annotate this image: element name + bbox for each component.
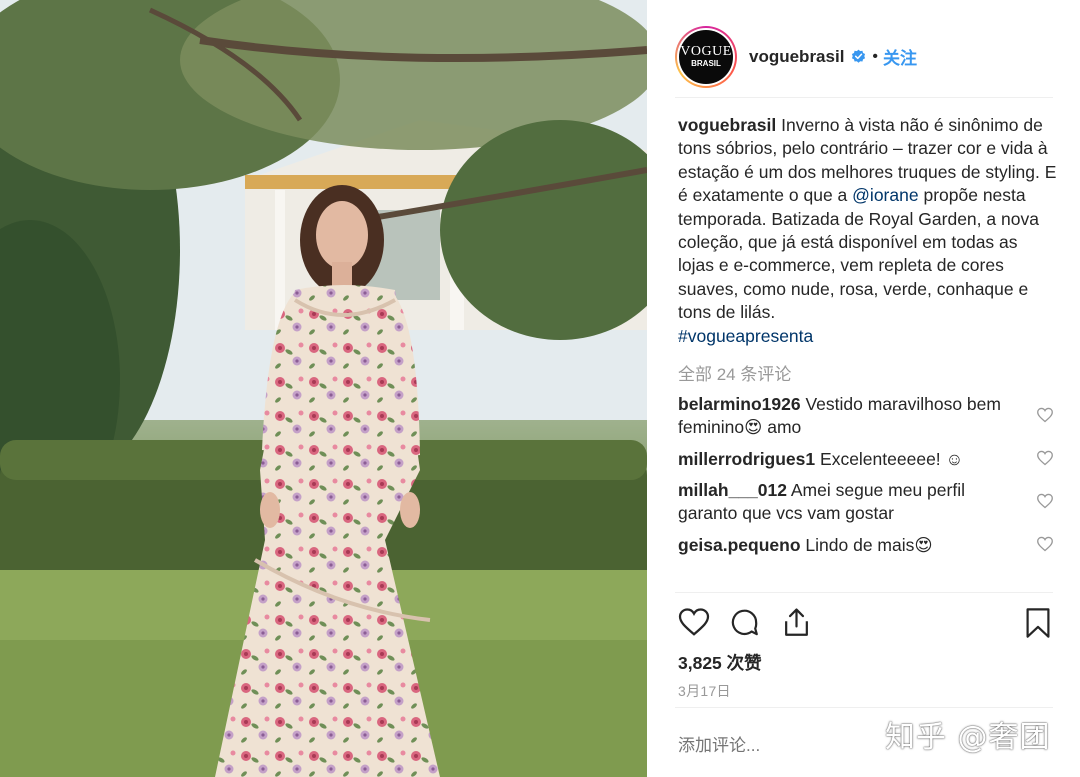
logo-text-top: VOGUE [680, 44, 732, 59]
comment-username[interactable]: millah___012 [678, 480, 787, 500]
share-icon[interactable] [781, 607, 812, 638]
comment-username[interactable]: geisa.pequeno [678, 535, 801, 555]
comment-username[interactable]: belarmino1926 [678, 394, 801, 414]
post-caption: voguebrasil Inverno à vista não é sinôni… [678, 114, 1058, 348]
view-all-comments-link[interactable]: 全部 24 条评论 [678, 360, 791, 385]
like-heart-icon[interactable] [678, 607, 710, 637]
follow-button[interactable]: 关注 [883, 44, 917, 69]
post-date[interactable]: 3月17日 [678, 681, 731, 701]
comment-text: Lindo de mais😍 [805, 535, 933, 555]
caption-hashtag-link[interactable]: #vogueapresenta [678, 326, 813, 346]
comment-like-heart-icon[interactable] [1036, 407, 1054, 423]
logo-text-bottom: BRASIL [691, 59, 721, 68]
comment-item: belarmino1926 Vestido maravilhoso bem fe… [678, 393, 1028, 440]
like-count[interactable]: 3,825 次赞 [678, 650, 762, 675]
separator-dot: • [872, 47, 879, 65]
vogue-brasil-logo: VOGUE BRASIL [679, 29, 733, 84]
post-actions-bar [675, 592, 1053, 652]
verified-badge-icon [852, 49, 866, 63]
post-details-panel: VOGUE BRASIL voguebrasil • 关注 voguebrasi… [647, 0, 1080, 777]
post-photo[interactable] [0, 0, 647, 777]
avatar[interactable]: VOGUE BRASIL [675, 25, 737, 88]
comment-item: millerrodrigues1 Excelenteeeee! ☺ [678, 448, 1028, 471]
header-username[interactable]: voguebrasil [749, 47, 844, 67]
caption-username[interactable]: voguebrasil [678, 115, 776, 135]
comment-icon[interactable] [729, 607, 760, 638]
comment-like-heart-icon[interactable] [1036, 450, 1054, 466]
comment-username[interactable]: millerrodrigues1 [678, 449, 815, 469]
comment-item: geisa.pequeno Lindo de mais😍 [678, 534, 1028, 557]
post-header: VOGUE BRASIL voguebrasil • 关注 [675, 16, 1053, 98]
avatar-inner: VOGUE BRASIL [677, 27, 735, 86]
bookmark-icon[interactable] [1025, 607, 1051, 639]
post-photo-scene [0, 0, 647, 777]
comment-like-heart-icon[interactable] [1036, 536, 1054, 552]
comment-item: millah___012 Amei segue meu perfil garan… [678, 479, 1028, 526]
caption-text-part2: propõe nesta temporada. Batizada de Roya… [678, 185, 1039, 323]
caption-mention-link[interactable]: @iorane [852, 185, 918, 205]
zhihu-watermark: 知乎 @奢团 [885, 720, 1051, 755]
comment-text: Excelenteeeee! ☺ [820, 449, 964, 469]
comment-like-heart-icon[interactable] [1036, 493, 1054, 509]
